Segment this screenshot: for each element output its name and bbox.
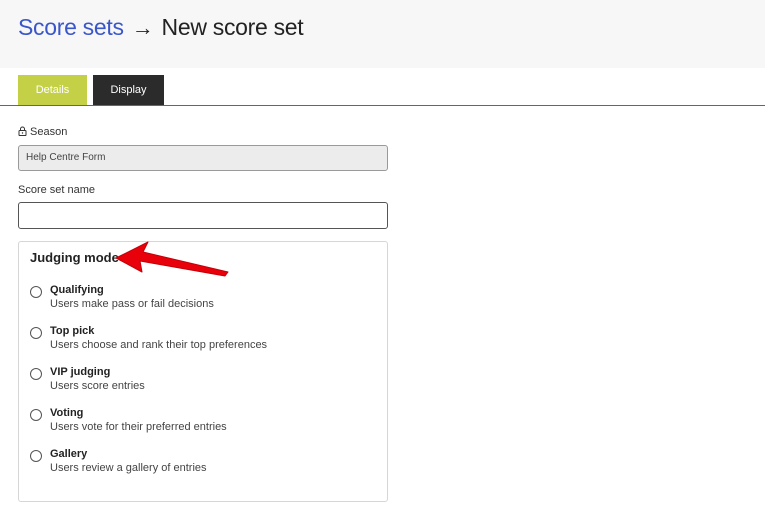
lock-icon <box>18 126 27 136</box>
breadcrumb: Score sets → New score set <box>18 13 304 42</box>
option-title: Gallery <box>50 448 88 460</box>
option-title: VIP judging <box>50 366 111 378</box>
tab-bar: Details Display <box>0 68 765 106</box>
score-set-name-label: Score set name <box>18 184 96 196</box>
option-description: Users make pass or fail decisions <box>50 298 214 310</box>
breadcrumb-score-sets-link[interactable]: Score sets <box>18 14 124 40</box>
radio-top-pick[interactable] <box>30 327 42 339</box>
judging-option-top-pick[interactable]: Top pick Users choose and rank their top… <box>30 324 370 354</box>
score-set-name-input[interactable] <box>18 202 388 229</box>
judging-option-vip-judging[interactable]: VIP judging Users score entries <box>30 365 370 395</box>
option-title: Voting <box>50 407 84 419</box>
page: Score sets → New score set Details Displ… <box>0 0 765 512</box>
season-label-text: Season <box>30 126 68 138</box>
season-field: Help Centre Form <box>18 145 388 171</box>
option-title: Qualifying <box>50 284 104 296</box>
judging-option-gallery[interactable]: Gallery Users review a gallery of entrie… <box>30 447 370 477</box>
season-label: Season <box>18 125 67 139</box>
red-arrow-icon <box>115 241 229 277</box>
radio-vip-judging[interactable] <box>30 368 42 380</box>
radio-gallery[interactable] <box>30 450 42 462</box>
judging-mode-title: Judging mode <box>30 250 119 265</box>
radio-qualifying[interactable] <box>30 286 42 298</box>
page-title: New score set <box>161 14 304 40</box>
breadcrumb-arrow-icon: → <box>131 15 154 40</box>
page-header: Score sets → New score set <box>0 0 765 68</box>
option-description: Users vote for their preferred entries <box>50 421 227 433</box>
option-description: Users choose and rank their top preferen… <box>50 339 268 351</box>
option-description: Users review a gallery of entries <box>50 462 207 474</box>
radio-voting[interactable] <box>30 409 42 421</box>
judging-option-voting[interactable]: Voting Users vote for their preferred en… <box>30 406 370 436</box>
judging-option-qualifying[interactable]: Qualifying Users make pass or fail decis… <box>30 283 370 313</box>
tab-display[interactable]: Display <box>93 75 164 105</box>
option-description: Users score entries <box>50 380 145 392</box>
option-title: Top pick <box>50 325 95 337</box>
tab-details[interactable]: Details <box>18 75 87 105</box>
